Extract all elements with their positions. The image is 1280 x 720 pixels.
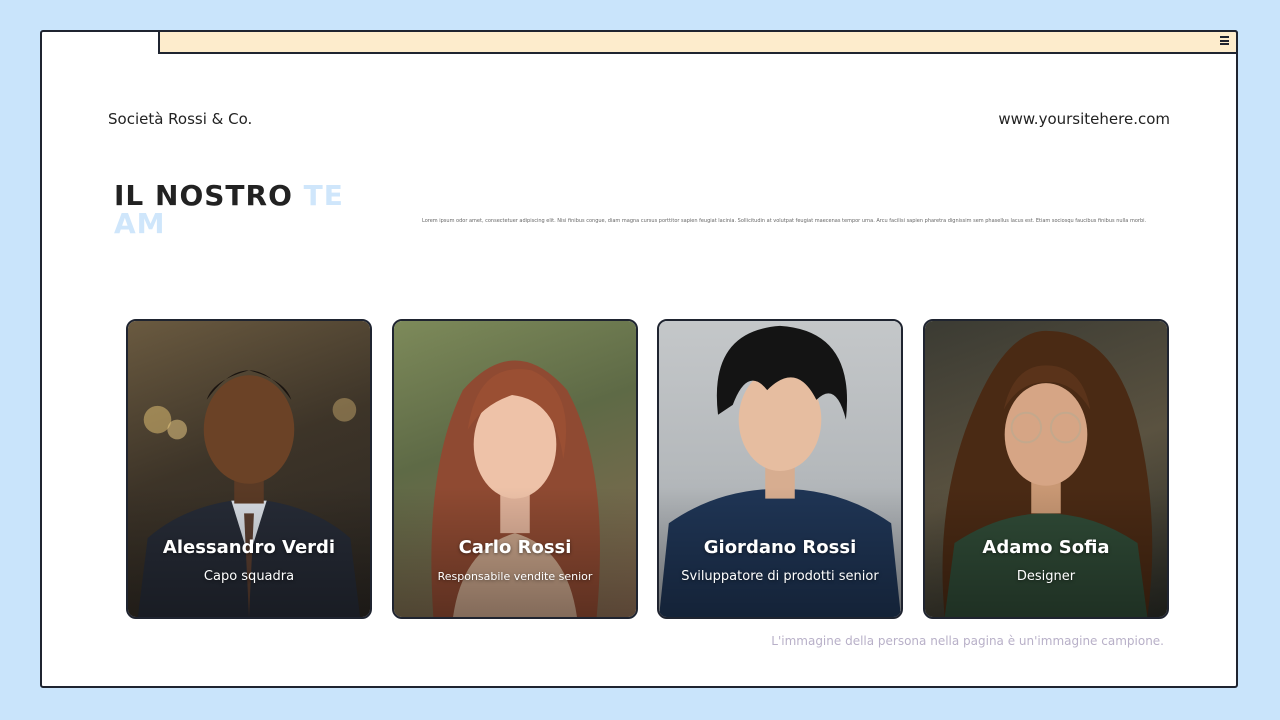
sample-image-note: L'immagine della persona nella pagina è … (771, 634, 1164, 648)
team-card[interactable]: Adamo Sofia Designer (923, 319, 1169, 619)
company-name: Società Rossi & Co. (108, 110, 253, 128)
member-role: Capo squadra (203, 569, 295, 584)
section-description: Lorem ipsum odor amet, consectetuer adip… (422, 218, 1147, 224)
menu-icon[interactable] (1220, 36, 1229, 45)
team-cards: Alessandro Verdi Capo squadra Carlo Ross… (126, 319, 1170, 619)
team-card[interactable]: Giordano Rossi Sviluppatore di prodotti … (657, 319, 903, 619)
window-tabbar (158, 30, 1238, 54)
team-card[interactable]: Carlo Rossi Responsabile vendite senior (392, 319, 638, 619)
member-role: Responsabile vendite senior (437, 570, 593, 583)
member-role: Sviluppatore di prodotti senior (681, 569, 879, 584)
member-role: Designer (1016, 569, 1076, 584)
section-title: IL NOSTRO TEAM (114, 182, 364, 238)
team-card[interactable]: Alessandro Verdi Capo squadra (126, 319, 372, 619)
member-name: Giordano Rossi (703, 537, 857, 558)
member-name: Alessandro Verdi (162, 537, 336, 558)
member-name: Carlo Rossi (458, 537, 572, 558)
slide-frame: Società Rossi & Co. www.yoursitehere.com… (40, 30, 1238, 688)
website-link[interactable]: www.yoursitehere.com (998, 110, 1170, 128)
member-name: Adamo Sofia (982, 537, 1110, 558)
